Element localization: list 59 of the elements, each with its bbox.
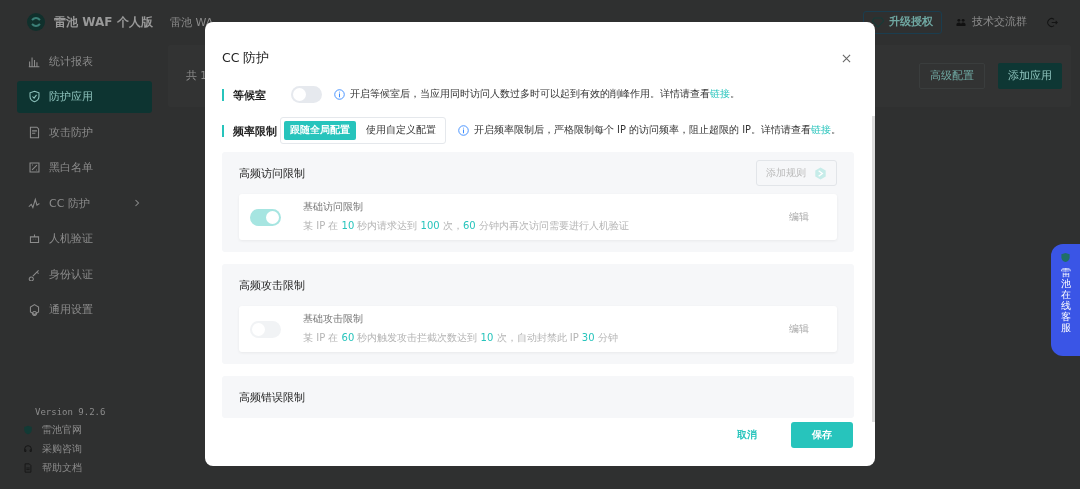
scrollbar[interactable] <box>872 116 875 422</box>
version-label: Version 9.2.6 <box>35 407 107 417</box>
sidebar-item[interactable]: 防护应用 <box>17 80 152 113</box>
section-label: 等候室 <box>222 88 283 101</box>
sidebar-item[interactable]: 人机验证 <box>17 222 152 255</box>
logo-icon <box>26 12 46 32</box>
info-text: 开启频率限制后，严格限制每个 IP 的访问频率，阻止超限的 IP。详情请查看链接。 <box>474 124 841 137</box>
shield-icon <box>1060 252 1071 263</box>
group-title: 高频错误限制 <box>239 389 305 405</box>
link[interactable]: 链接 <box>710 88 730 99</box>
sidebar-item[interactable]: 通用设置 <box>17 293 152 326</box>
group-title: 高频攻击限制 <box>239 277 305 293</box>
edit-button[interactable]: 编辑 <box>783 209 815 225</box>
dialog-title: CC 防护 <box>222 48 270 67</box>
document-icon <box>28 125 41 139</box>
gear-icon <box>28 303 41 316</box>
brand-name: 雷池 WAF 个人版 <box>54 13 153 31</box>
shield-icon <box>23 425 33 435</box>
info-icon <box>334 89 345 100</box>
info-icon <box>458 125 469 136</box>
pulse-icon <box>28 196 41 210</box>
footer-link[interactable]: 采购咨询 <box>42 442 82 456</box>
rule-name: 基础攻击限制 <box>303 313 364 326</box>
group-icon <box>956 17 966 27</box>
edit-button[interactable]: 编辑 <box>783 321 815 337</box>
sidebar-item[interactable]: 黑白名单 <box>17 151 152 184</box>
support-tab[interactable]: 雷池在线客服 <box>1051 244 1080 356</box>
badge-icon <box>814 166 827 180</box>
support-label: 雷池在线客服 <box>1060 267 1071 333</box>
sidebar-item[interactable]: 攻击防护 <box>17 116 152 148</box>
rule-name: 基础访问限制 <box>303 201 364 214</box>
community-link[interactable]: 技术交流群 <box>972 15 1027 29</box>
robot-icon <box>28 232 41 245</box>
segment-option[interactable]: 使用自定义配置 <box>360 121 442 140</box>
logout-icon[interactable] <box>1047 16 1058 28</box>
cancel-button[interactable]: 取消 <box>725 428 769 442</box>
sidebar-item[interactable]: CC 防护 <box>17 187 152 219</box>
link[interactable]: 链接 <box>810 124 831 135</box>
toggle-switch[interactable] <box>291 86 322 103</box>
toggle-switch[interactable] <box>250 208 281 226</box>
list-icon <box>28 161 41 174</box>
save-button[interactable]: 保存 <box>791 422 853 448</box>
footer-link[interactable]: 雷池官网 <box>42 423 82 437</box>
diamond-icon <box>872 16 884 28</box>
sidebar-item[interactable]: 身份认证 <box>17 258 152 290</box>
shield-icon <box>28 90 41 103</box>
config-button[interactable]: 高级配置 <box>919 63 985 89</box>
add-button[interactable]: 添加应用 <box>998 63 1062 89</box>
footer-link[interactable]: 帮助文档 <box>42 461 82 475</box>
info-text: 开启等候室后，当应用同时访问人数过多时可以起到有效的削峰作用。详情请查看链接。 <box>350 88 740 101</box>
key-icon <box>28 267 41 281</box>
segment-option[interactable]: 跟随全局配置 <box>284 121 356 140</box>
group-title: 高频访问限制 <box>239 165 305 181</box>
chart-icon <box>28 54 41 68</box>
chevron-icon <box>134 199 140 207</box>
rule-description: 某 IP 在 60 秒内触发攻击拦截次数达到 10 次，自动封禁此 IP 30 分钟 <box>303 331 618 345</box>
headset-icon <box>23 444 33 454</box>
rule-description: 某 IP 在 10 秒内请求达到 100 次，60 分钟内再次访问需要进行人机验证 <box>303 219 629 233</box>
sidebar-item[interactable]: 统计报表 <box>17 45 152 77</box>
